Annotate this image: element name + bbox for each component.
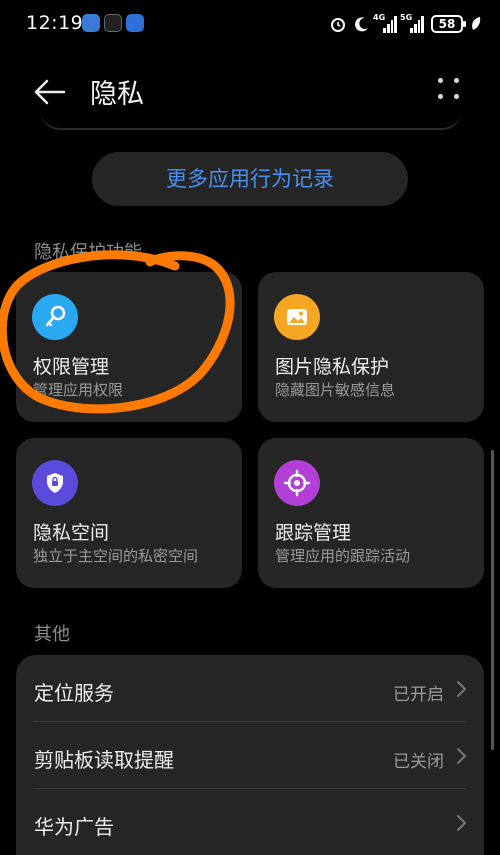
signal-5g-icon: 5G [400, 13, 424, 33]
do-not-disturb-moon-icon [355, 17, 368, 32]
row-value: 已关闭 [393, 752, 444, 772]
alarm-icon [331, 18, 345, 32]
chevron-right-icon [457, 815, 467, 831]
arrow-left-icon [34, 79, 66, 105]
qq-notification-icon [104, 14, 122, 32]
card-title: 权限管理 [33, 356, 110, 378]
row-label: 剪贴板读取提醒 [34, 748, 174, 772]
back-button[interactable] [30, 72, 70, 112]
card-title: 跟踪管理 [275, 522, 352, 544]
row-label: 华为广告 [34, 815, 114, 839]
signal-4g-icon: 4G [373, 13, 397, 33]
key-icon [32, 294, 78, 340]
row-value: 已开启 [393, 685, 444, 705]
battery-icon: 58 [431, 15, 466, 33]
card-subtitle: 隐藏图片敏感信息 [275, 381, 396, 399]
private-space-card[interactable]: 隐私空间 独立于主空间的私密空间 [16, 438, 242, 588]
other-settings-list: 定位服务 已开启 剪贴板读取提醒 已关闭 华为广告 [16, 655, 484, 855]
target-icon [274, 460, 320, 506]
card-subtitle: 管理应用权限 [33, 381, 124, 399]
more-app-activity-records-button[interactable]: 更多应用行为记录 [92, 152, 408, 206]
row-label: 定位服务 [34, 681, 114, 705]
status-bar: 12:19 4G 5G 58 [0, 0, 500, 48]
card-title: 隐私空间 [33, 522, 110, 544]
image-privacy-card[interactable]: 图片隐私保护 隐藏图片敏感信息 [258, 272, 484, 422]
chevron-right-icon [457, 681, 467, 697]
signal-tag-2: 5G [400, 13, 413, 22]
previous-card-edge [40, 110, 462, 130]
more-options-button[interactable] [436, 76, 462, 102]
tracking-management-card[interactable]: 跟踪管理 管理应用的跟踪活动 [258, 438, 484, 588]
status-indicators: 4G 5G 58 [329, 12, 482, 36]
scrollbar[interactable] [491, 450, 494, 750]
permission-management-card[interactable]: 权限管理 管理应用权限 [16, 272, 242, 422]
more-dots-icon [438, 78, 443, 83]
image-icon [274, 294, 320, 340]
card-subtitle: 管理应用的跟踪活动 [275, 547, 411, 565]
app-notification-icon [82, 14, 100, 32]
clipboard-read-alert-row[interactable]: 剪贴板读取提醒 已关闭 [16, 722, 484, 789]
huawei-ads-row[interactable]: 华为广告 [16, 789, 484, 855]
location-services-row[interactable]: 定位服务 已开启 [16, 655, 484, 722]
leaf-power-saving-icon [472, 17, 481, 30]
page-title: 隐私 [90, 79, 144, 110]
chevron-right-icon [457, 748, 467, 764]
privacy-features-section-label: 隐私保护功能 [34, 242, 142, 263]
card-subtitle: 独立于主空间的私密空间 [33, 547, 199, 565]
signal-tag: 4G [373, 13, 386, 22]
other-section-label: 其他 [34, 624, 70, 645]
status-time: 12:19 [26, 12, 84, 34]
app-notification-icon-2 [126, 14, 144, 32]
card-title: 图片隐私保护 [275, 356, 390, 378]
shield-icon [32, 460, 78, 506]
